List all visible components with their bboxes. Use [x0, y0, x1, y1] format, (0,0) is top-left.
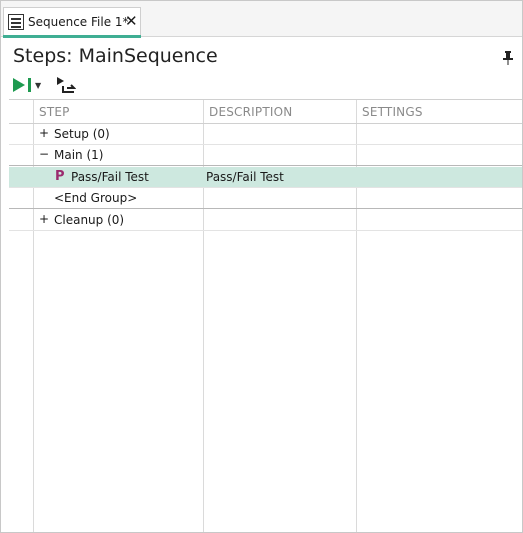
page-title: Steps: MainSequence	[13, 45, 218, 67]
step-name: Pass/Fail Test	[71, 170, 149, 184]
step-name: Cleanup (0)	[54, 213, 125, 227]
pass-fail-step-icon: P	[55, 169, 65, 184]
close-icon[interactable]: ✕	[125, 12, 138, 30]
collapse-icon[interactable]: −	[39, 147, 49, 161]
table-row[interactable]: <End Group>	[9, 188, 522, 209]
table-row[interactable]: + Setup (0)	[9, 124, 522, 145]
step-name: Setup (0)	[54, 127, 110, 141]
column-header-step[interactable]: STEP	[39, 105, 70, 119]
chevron-down-icon[interactable]: ▼	[35, 81, 41, 90]
step-into-icon[interactable]	[56, 76, 76, 94]
column-header-description[interactable]: DESCRIPTION	[209, 105, 292, 119]
step-name: Main (1)	[54, 148, 104, 162]
column-header-settings[interactable]: SETTINGS	[362, 105, 423, 119]
sequence-file-icon	[8, 14, 24, 30]
tab-sequence-file-1[interactable]: Sequence File 1* ✕	[3, 7, 141, 38]
document-tab-strip: Sequence File 1* ✕	[1, 1, 522, 38]
sequence-editor-window: Sequence File 1* ✕ Steps: MainSequence ▼…	[0, 0, 523, 533]
step-name: <End Group>	[54, 191, 138, 205]
steps-grid: STEP DESCRIPTION SETTINGS + Setup (0) − …	[9, 99, 522, 532]
pin-icon[interactable]	[503, 51, 513, 65]
tab-label: Sequence File 1*	[28, 15, 129, 29]
run-sequence-icon[interactable]	[13, 78, 37, 92]
expand-icon[interactable]: +	[39, 126, 49, 140]
table-row[interactable]: P Pass/Fail Test Pass/Fail Test	[9, 167, 522, 188]
step-description: Pass/Fail Test	[206, 170, 284, 184]
table-row[interactable]: − Main (1)	[9, 145, 522, 166]
grid-header: STEP DESCRIPTION SETTINGS	[9, 100, 522, 124]
expand-icon[interactable]: +	[39, 212, 49, 226]
table-row[interactable]: + Cleanup (0)	[9, 210, 522, 231]
